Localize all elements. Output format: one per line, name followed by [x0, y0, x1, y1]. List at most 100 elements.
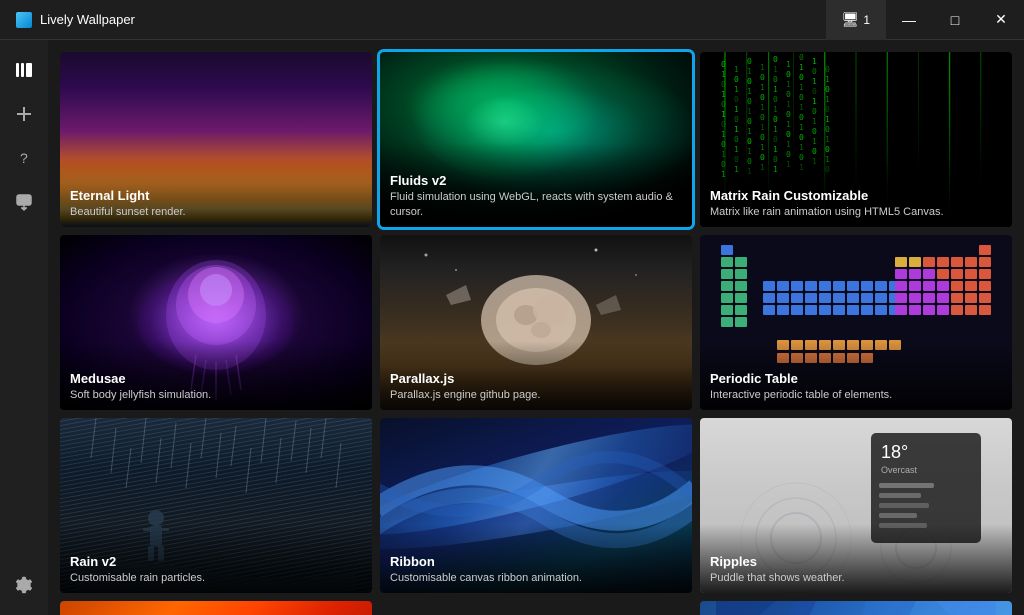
- sidebar: ?: [0, 40, 48, 615]
- minimize-button[interactable]: —: [886, 0, 932, 40]
- svg-text:1: 1: [773, 65, 778, 74]
- svg-text:0: 0: [786, 110, 791, 119]
- app-body: ?: [0, 40, 1024, 615]
- svg-text:1: 1: [734, 105, 739, 114]
- svg-text:1: 1: [812, 77, 817, 86]
- svg-text:0: 0: [825, 145, 830, 154]
- card-title: Eternal Light: [70, 188, 362, 203]
- svg-text:0: 0: [760, 73, 765, 82]
- card-info: Matrix Rain Customizable Matrix like rai…: [700, 158, 1012, 227]
- card-title: Fluids v2: [390, 173, 682, 188]
- wallpaper-card-eternal-light[interactable]: Eternal Light Beautiful sunset render.: [60, 52, 372, 227]
- svg-text:1: 1: [747, 107, 752, 116]
- svg-text:1: 1: [773, 145, 778, 154]
- monitor-button[interactable]: 🖥 1: [826, 0, 886, 40]
- svg-text:0: 0: [812, 67, 817, 76]
- maximize-button[interactable]: □: [932, 0, 978, 40]
- card-title: Parallax.js: [390, 371, 682, 386]
- svg-text:1: 1: [760, 63, 765, 72]
- svg-text:0: 0: [734, 135, 739, 144]
- card-title: Medusae: [70, 371, 362, 386]
- svg-text:1: 1: [773, 125, 778, 134]
- svg-text:1: 1: [734, 65, 739, 74]
- sidebar-item-library[interactable]: [6, 52, 42, 88]
- svg-text:0: 0: [799, 113, 804, 122]
- svg-text:0: 0: [786, 130, 791, 139]
- svg-text:0: 0: [799, 53, 804, 62]
- svg-text:1: 1: [760, 123, 765, 132]
- svg-text:0: 0: [812, 147, 817, 156]
- svg-text:1: 1: [812, 97, 817, 106]
- svg-text:1: 1: [747, 87, 752, 96]
- wallpaper-card-ripples[interactable]: 18° Overcast Ripples Puddle that shows w…: [700, 418, 1012, 593]
- svg-text:1: 1: [747, 127, 752, 136]
- card-description: Interactive periodic table of elements.: [710, 388, 1002, 402]
- svg-text:0: 0: [721, 120, 726, 129]
- svg-text:0: 0: [773, 75, 778, 84]
- wallpaper-card-medusae[interactable]: Medusae Soft body jellyfish simulation.: [60, 235, 372, 410]
- svg-text:1: 1: [734, 145, 739, 154]
- app-title: Lively Wallpaper: [40, 12, 135, 27]
- card-title: Ripples: [710, 554, 1002, 569]
- card-description: Customisable rain particles.: [70, 571, 362, 585]
- svg-text:1: 1: [721, 70, 726, 79]
- svg-text:1: 1: [721, 130, 726, 139]
- svg-text:1: 1: [825, 95, 830, 104]
- svg-text:0: 0: [721, 60, 726, 69]
- title-bar: Lively Wallpaper 🖥 1 — □ ✕: [0, 0, 1024, 40]
- svg-text:0: 0: [760, 133, 765, 142]
- card-description: Puddle that shows weather.: [710, 571, 1002, 585]
- sidebar-item-settings[interactable]: [6, 567, 42, 603]
- add-icon: [14, 104, 34, 124]
- wallpaper-card-ribbon[interactable]: Ribbon Customisable canvas ribbon animat…: [380, 418, 692, 593]
- card-info: Fluids v2 Fluid simulation using WebGL, …: [380, 143, 692, 227]
- card-info: Rain v2 Customisable rain particles.: [60, 524, 372, 593]
- svg-text:0: 0: [734, 75, 739, 84]
- card-title: Rain v2: [70, 554, 362, 569]
- svg-text:1: 1: [799, 103, 804, 112]
- card-description: Matrix like rain animation using HTML5 C…: [710, 205, 1002, 219]
- svg-text:0: 0: [773, 135, 778, 144]
- wallpaper-card-rain-v2[interactable]: Rain v2 Customisable rain particles.: [60, 418, 372, 593]
- library-icon: [14, 60, 34, 80]
- wallpaper-card-blue-poly[interactable]: [700, 601, 1012, 615]
- svg-text:0: 0: [747, 57, 752, 66]
- svg-text:0: 0: [799, 73, 804, 82]
- svg-text:0: 0: [825, 125, 830, 134]
- svg-text:0: 0: [812, 127, 817, 136]
- sidebar-top: ?: [6, 52, 42, 220]
- close-button[interactable]: ✕: [978, 0, 1024, 40]
- svg-text:0: 0: [760, 113, 765, 122]
- sidebar-item-help[interactable]: ?: [6, 140, 42, 176]
- svg-text:0: 0: [721, 100, 726, 109]
- wallpaper-card-parallax[interactable]: Parallax.js Parallax.js engine github pa…: [380, 235, 692, 410]
- svg-text:0: 0: [773, 95, 778, 104]
- sidebar-item-community[interactable]: [6, 184, 42, 220]
- svg-text:1: 1: [773, 105, 778, 114]
- svg-text:0: 0: [747, 77, 752, 86]
- svg-text:1: 1: [747, 147, 752, 156]
- svg-text:1: 1: [786, 100, 791, 109]
- monitor-icon: 🖥: [842, 11, 860, 28]
- title-bar-left: Lively Wallpaper: [16, 12, 135, 28]
- app-icon: [16, 12, 32, 28]
- wallpaper-card-matrix-rain[interactable]: 010101010101 10101010101 010101010101 10…: [700, 52, 1012, 227]
- svg-text:1: 1: [786, 140, 791, 149]
- svg-text:1: 1: [812, 57, 817, 66]
- card-title: Matrix Rain Customizable: [710, 188, 1002, 203]
- sidebar-item-add[interactable]: [6, 96, 42, 132]
- wallpaper-card-periodic-table[interactable]: Periodic Table Interactive periodic tabl…: [700, 235, 1012, 410]
- svg-text:1: 1: [786, 120, 791, 129]
- svg-text:0: 0: [760, 93, 765, 102]
- wallpaper-card-empty: [380, 601, 692, 615]
- svg-text:0: 0: [734, 95, 739, 104]
- card-info: Ribbon Customisable canvas ribbon animat…: [380, 524, 692, 593]
- card-description: Soft body jellyfish simulation.: [70, 388, 362, 402]
- wallpaper-grid: Eternal Light Beautiful sunset render. F…: [48, 40, 1024, 615]
- wallpaper-card-fluids-v2[interactable]: Fluids v2 Fluid simulation using WebGL, …: [380, 52, 692, 227]
- svg-text:1: 1: [721, 110, 726, 119]
- svg-text:0: 0: [786, 70, 791, 79]
- wallpaper-card-lava[interactable]: [60, 601, 372, 615]
- help-icon: ?: [14, 148, 34, 168]
- svg-text:0: 0: [825, 105, 830, 114]
